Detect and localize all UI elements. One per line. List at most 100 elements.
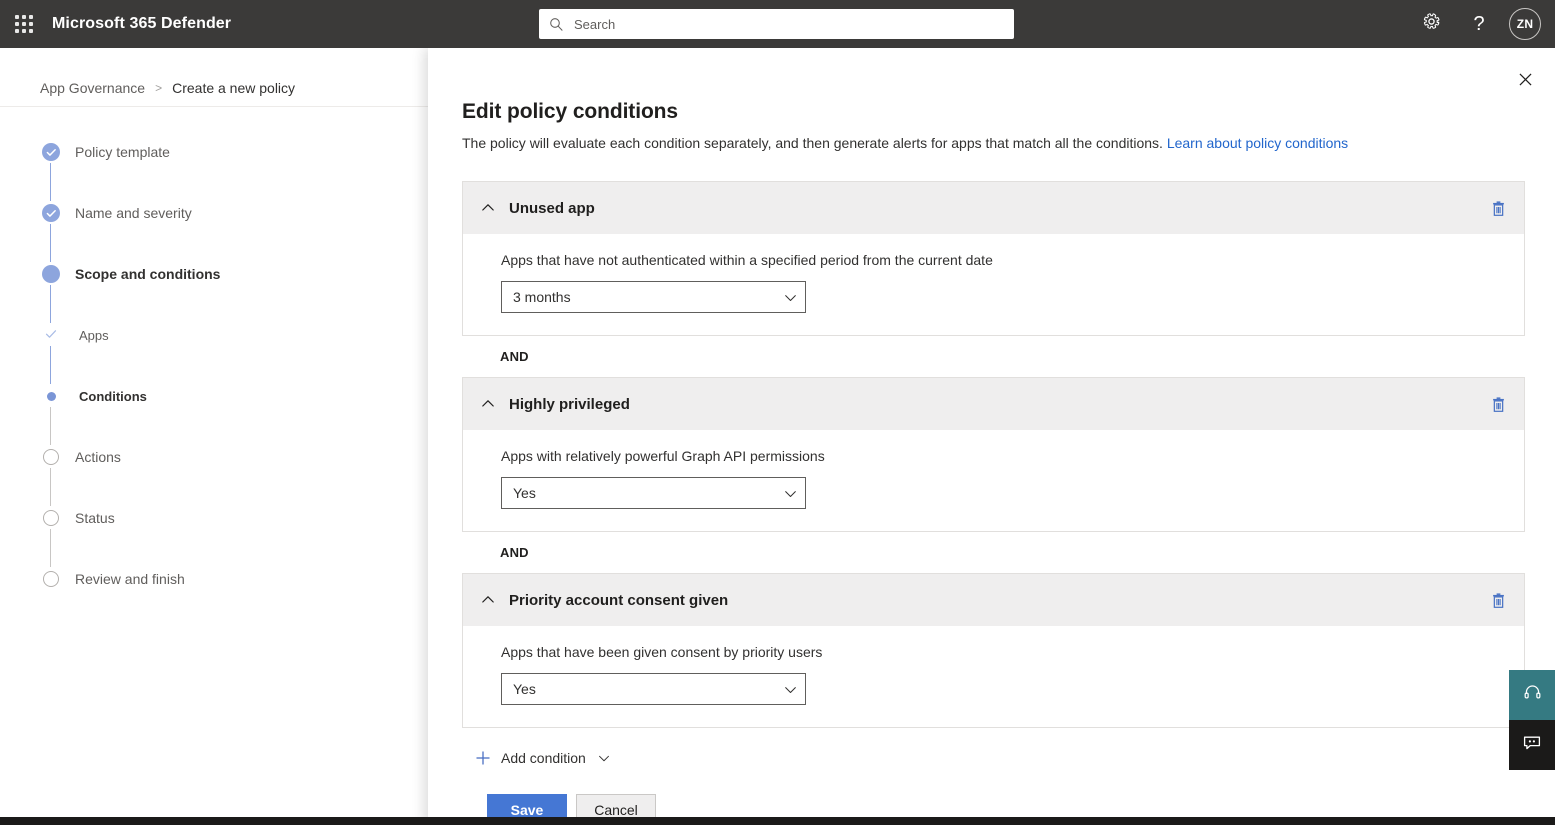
chevron-up-icon[interactable]: [477, 197, 499, 219]
and-operator: AND: [462, 532, 1525, 573]
chevron-down-icon: [598, 752, 610, 764]
wizard-substep-apps[interactable]: Apps: [40, 323, 380, 347]
panel-subtitle-text: The policy will evaluate each condition …: [462, 135, 1163, 151]
wizard-step-label: Review and finish: [75, 571, 185, 587]
wizard-step-label: Actions: [75, 449, 121, 465]
empty-circle-icon: [43, 510, 59, 526]
step-marker: [40, 385, 62, 407]
condition-value-dropdown[interactable]: Yes: [501, 477, 806, 509]
empty-circle-icon: [43, 571, 59, 587]
delete-condition-button[interactable]: [1482, 192, 1514, 224]
plus-icon: [475, 750, 491, 766]
condition-header[interactable]: Priority account consent given: [463, 574, 1524, 626]
suite-actions: ? ZN: [1409, 0, 1547, 48]
chevron-down-icon: [784, 291, 797, 304]
chevron-up-icon[interactable]: [477, 393, 499, 415]
add-condition-button[interactable]: Add condition: [475, 750, 610, 766]
dropdown-value: 3 months: [513, 289, 571, 305]
wizard-step-label: Name and severity: [75, 205, 192, 221]
condition-body: Apps with relatively powerful Graph API …: [463, 430, 1524, 531]
condition-value-dropdown[interactable]: Yes: [501, 673, 806, 705]
feedback-chat-icon: [1522, 733, 1542, 758]
condition-description: Apps with relatively powerful Graph API …: [501, 448, 1524, 464]
wizard-step-label: Policy template: [75, 144, 170, 160]
condition-card-unused-app: Unused app Apps that have not auth: [462, 181, 1525, 336]
wizard-substep-label: Apps: [79, 328, 109, 343]
dropdown-value: Yes: [513, 681, 536, 697]
settings-button[interactable]: [1409, 2, 1453, 46]
check-circle-icon: [42, 204, 60, 222]
close-icon: [1519, 73, 1532, 91]
condition-title: Unused app: [509, 200, 595, 217]
global-search[interactable]: [539, 9, 1014, 39]
suite-header: Microsoft 365 Defender ? ZN: [0, 0, 1555, 48]
delete-condition-button[interactable]: [1482, 388, 1514, 420]
bottom-strip: [0, 817, 1555, 825]
condition-header[interactable]: Unused app: [463, 182, 1524, 234]
wizard-step-name-and-severity[interactable]: Name and severity: [40, 201, 380, 225]
condition-body: Apps that have not authenticated within …: [463, 234, 1524, 335]
step-marker: [40, 568, 62, 590]
panel-subtitle: The policy will evaluate each condition …: [462, 133, 1555, 153]
learn-about-policy-conditions-link[interactable]: Learn about policy conditions: [1167, 135, 1348, 151]
condition-description: Apps that have not authenticated within …: [501, 252, 1524, 268]
breadcrumb-separator-icon: >: [155, 81, 162, 95]
step-marker: [40, 202, 62, 224]
small-check-icon: [45, 328, 57, 342]
empty-circle-icon: [43, 449, 59, 465]
help-button[interactable]: ?: [1457, 2, 1501, 46]
trash-icon: [1490, 592, 1507, 609]
dropdown-value: Yes: [513, 485, 536, 501]
edit-policy-conditions-panel: Edit policy conditions The policy will e…: [428, 48, 1555, 825]
breadcrumb-current: Create a new policy: [172, 80, 295, 96]
chevron-down-icon: [784, 683, 797, 696]
wizard-step-policy-template[interactable]: Policy template: [40, 140, 380, 164]
wizard-step-status[interactable]: Status: [40, 506, 380, 530]
wizard-substep-label: Conditions: [79, 389, 147, 404]
panel-content: Edit policy conditions The policy will e…: [428, 48, 1555, 825]
breadcrumb-root[interactable]: App Governance: [40, 80, 145, 96]
delete-condition-button[interactable]: [1482, 584, 1514, 616]
headset-icon: [1523, 683, 1542, 707]
suite-title: Microsoft 365 Defender: [52, 15, 231, 33]
trash-icon: [1490, 396, 1507, 413]
add-condition-label: Add condition: [501, 750, 586, 766]
condition-description: Apps that have been given consent by pri…: [501, 644, 1524, 660]
avatar[interactable]: ZN: [1509, 8, 1541, 40]
wizard-substep-conditions[interactable]: Conditions: [40, 384, 380, 408]
condition-card-priority-account-consent-given: Priority account consent given App: [462, 573, 1525, 728]
condition-value-dropdown[interactable]: 3 months: [501, 281, 806, 313]
condition-title: Highly privileged: [509, 396, 630, 413]
condition-header[interactable]: Highly privileged: [463, 378, 1524, 430]
step-marker: [40, 446, 62, 468]
step-marker: [40, 263, 62, 285]
search-input[interactable]: [572, 16, 1004, 33]
and-operator: AND: [462, 336, 1525, 377]
trash-icon: [1490, 200, 1507, 217]
search-icon: [549, 17, 564, 32]
wizard-step-label: Status: [75, 510, 115, 526]
wizard-step-scope-and-conditions[interactable]: Scope and conditions: [40, 262, 380, 286]
close-panel-button[interactable]: [1505, 62, 1545, 102]
page-title: Edit policy conditions: [462, 100, 1555, 124]
waffle-icon: [15, 15, 33, 33]
help-and-support-button[interactable]: [1509, 670, 1555, 720]
wizard-step-review-and-finish[interactable]: Review and finish: [40, 567, 380, 591]
feedback-button[interactable]: [1509, 720, 1555, 770]
wizard-steps: Policy template Name and severity Scope …: [40, 140, 380, 591]
question-mark-icon: ?: [1473, 14, 1484, 34]
step-marker: [40, 507, 62, 529]
wizard-step-label: Scope and conditions: [75, 266, 220, 282]
step-marker: [40, 324, 62, 346]
step-marker: [40, 141, 62, 163]
floating-action-stack: [1509, 670, 1555, 770]
chevron-up-icon[interactable]: [477, 589, 499, 611]
condition-body: Apps that have been given consent by pri…: [463, 626, 1524, 727]
gear-icon: [1422, 12, 1441, 36]
app-launcher-button[interactable]: [0, 0, 48, 48]
condition-title: Priority account consent given: [509, 592, 728, 609]
conditions-list: Unused app Apps that have not auth: [462, 181, 1525, 728]
breadcrumb-divider: [0, 106, 430, 107]
wizard-step-actions[interactable]: Actions: [40, 445, 380, 469]
filled-circle-icon: [42, 265, 60, 283]
